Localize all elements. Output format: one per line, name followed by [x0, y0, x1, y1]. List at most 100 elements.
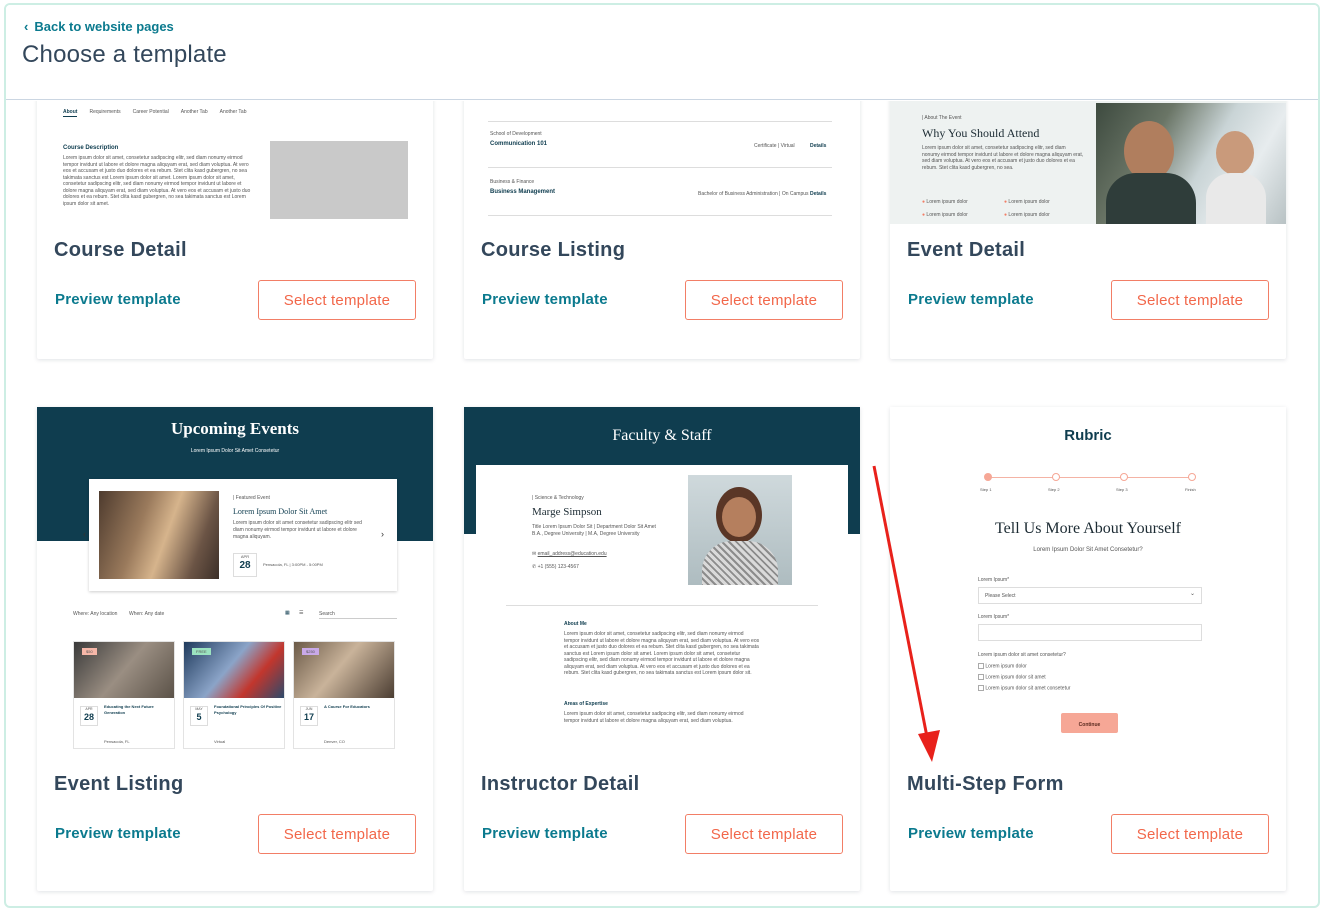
preview-template-link[interactable]: Preview template [55, 825, 181, 842]
thumb-row-details: Details [810, 191, 827, 197]
thumb-row-meta: Certificate | Virtual [754, 143, 795, 149]
step-label: Step 2 [1048, 487, 1060, 492]
thumb-image-placeholder [270, 141, 408, 219]
thumb-row-title: Business Management [490, 189, 556, 195]
template-name: Event Listing [54, 773, 184, 795]
select-template-button[interactable]: Select template [685, 280, 843, 320]
select-template-button[interactable]: Select template [1111, 280, 1269, 320]
template-name: Course Detail [54, 239, 187, 261]
page-title: Choose a template [22, 41, 227, 68]
thumb-filter-where: Where: Any location [73, 611, 118, 617]
thumb-logo: Rubric [1064, 427, 1112, 444]
list-view-icon: ☰ [299, 610, 304, 616]
thumb-continue-button: Continue [1061, 713, 1118, 733]
thumb-date-day: 28 [239, 560, 251, 571]
template-thumbnail[interactable]: Upcoming Events Lorem Ipsum Dolor Sit Am… [37, 407, 433, 757]
thumb-event-title: A Course For Educators [324, 704, 370, 709]
thumb-featured-title: Lorem Ipsum Dolor Sit Amet [233, 507, 328, 516]
select-template-button[interactable]: Select template [1111, 814, 1269, 854]
select-template-button[interactable]: Select template [685, 814, 843, 854]
preview-template-link[interactable]: Preview template [482, 825, 608, 842]
template-name: Event Detail [907, 239, 1026, 261]
thumb-checkbox-question: Lorem ipsum dolor sit amet consetetur? [978, 652, 1066, 658]
step-label: Finish [1185, 487, 1196, 492]
template-thumbnail[interactable]: Rubric Step 1 Step 2 Step 3 Finish Tell … [890, 407, 1286, 757]
back-link-label: Back to website pages [34, 19, 174, 34]
thumb-phone: ✆ +1 (555) 123-4567 [532, 564, 579, 570]
thumb-checkbox: Lorem ipsum dolor [978, 663, 1027, 670]
thumb-event-photo [1096, 103, 1286, 224]
template-card-event-listing: Upcoming Events Lorem Ipsum Dolor Sit Am… [37, 407, 433, 891]
mail-icon: ✉ [532, 551, 537, 557]
template-card-course-listing: School of Development Communication 101 … [464, 101, 860, 359]
template-thumbnail[interactable]: Faculty & Staff | Science & Technology M… [464, 407, 860, 757]
thumb-event-title: Foundational Principles Of Positive Psyc… [214, 704, 282, 715]
phone-icon: ✆ [532, 564, 537, 570]
select-template-button[interactable]: Select template [258, 814, 416, 854]
template-card-event-detail: | About The Event Why You Should Attend … [890, 101, 1286, 359]
preview-template-link[interactable]: Preview template [55, 291, 181, 308]
thumb-date-day: 28 [83, 712, 94, 722]
thumb-areas-heading: Areas of Expertise [564, 701, 608, 707]
thumb-row-details: Details [810, 143, 827, 149]
thumb-featured-photo [99, 491, 219, 579]
thumb-select: Please Select ⌄ [978, 587, 1202, 604]
thumb-tab: About [63, 109, 78, 117]
template-card-instructor-detail: Faculty & Staff | Science & Technology M… [464, 407, 860, 891]
template-name: Instructor Detail [481, 773, 640, 795]
step-dot [984, 473, 992, 481]
chevron-down-icon: ⌄ [1189, 591, 1195, 597]
thumb-tab: Another Tab [180, 109, 208, 115]
thumb-body: Lorem ipsum dolor sit amet, consetetur s… [63, 155, 251, 207]
template-grid: About Requirements Career Potential Anot… [6, 101, 1318, 906]
thumb-heading: Upcoming Events [171, 419, 299, 438]
template-name: Multi-Step Form [907, 773, 1064, 795]
thumb-row-title: Communication 101 [490, 141, 548, 147]
thumb-date-day: 5 [196, 712, 202, 722]
thumb-heading: Why You Should Attend [922, 126, 1040, 140]
thumb-input [978, 624, 1202, 641]
step-label: Step 3 [1116, 487, 1128, 492]
chevron-right-icon[interactable]: › [381, 530, 384, 539]
thumb-bullet: ● Lorem ipsum dolor [922, 212, 968, 218]
thumb-person-name: Marge Simpson [532, 506, 602, 518]
thumb-price-tag: FREE [192, 648, 211, 655]
select-template-button[interactable]: Select template [258, 280, 416, 320]
template-name: Course Listing [481, 239, 626, 261]
template-thumbnail[interactable]: About Requirements Career Potential Anot… [37, 101, 433, 224]
preview-template-link[interactable]: Preview template [482, 291, 608, 308]
thumb-event-location: Denver, CO [324, 739, 345, 744]
thumb-tab: Requirements [89, 109, 121, 115]
chevron-left-icon: ‹ [24, 19, 29, 34]
thumb-featured-location: Pensacola, FL | 3:00PM - 5:00PM [263, 562, 323, 567]
thumb-checkbox: Lorem ipsum dolor sit amet consetetur [978, 685, 1070, 692]
template-thumbnail[interactable]: | About The Event Why You Should Attend … [890, 101, 1286, 224]
thumb-bullet: ● Lorem ipsum dolor [922, 199, 968, 205]
thumb-row-category: Business & Finance [490, 179, 535, 185]
step-dot [1188, 473, 1196, 481]
thumb-form-sub: Lorem Ipsum Dolor Sit Amet Consetetur? [1033, 547, 1143, 553]
thumb-about-body: Lorem ipsum dolor sit amet, consetetur s… [564, 631, 760, 676]
thumb-bullet: ● Lorem ipsum dolor [1004, 212, 1050, 218]
template-card-multi-step-form: Rubric Step 1 Step 2 Step 3 Finish Tell … [890, 407, 1286, 891]
thumb-search: Search [319, 611, 397, 619]
thumb-event-location: Pensacola, FL [104, 739, 130, 744]
thumb-row-category: School of Development [490, 131, 542, 137]
thumb-checkbox: Lorem ipsum dolor sit amet [978, 674, 1046, 681]
thumb-filter-when: When: Any date [129, 611, 165, 617]
thumb-areas-body: Lorem ipsum dolor sit amet, consetetur s… [564, 711, 744, 724]
preview-template-link[interactable]: Preview template [908, 825, 1034, 842]
back-link[interactable]: ‹ Back to website pages [24, 19, 174, 34]
thumb-field-label: Lorem Ipsum* [978, 614, 1010, 620]
step-dot [1120, 473, 1128, 481]
thumb-event-location: Virtual [214, 739, 226, 744]
template-thumbnail[interactable]: School of Development Communication 101 … [464, 101, 860, 224]
thumb-date-day: 17 [303, 712, 314, 722]
preview-template-link[interactable]: Preview template [908, 291, 1034, 308]
chevron-left-icon[interactable]: ‹ [83, 530, 86, 539]
thumb-email: ✉ email_address@education.edu [532, 551, 607, 557]
step-label: Step 1 [980, 487, 992, 492]
thumb-body: Lorem ipsum dolor sit amet, consetetur s… [922, 145, 1084, 171]
thumb-eyebrow: | Science & Technology [532, 495, 584, 501]
step-dot [1052, 473, 1060, 481]
